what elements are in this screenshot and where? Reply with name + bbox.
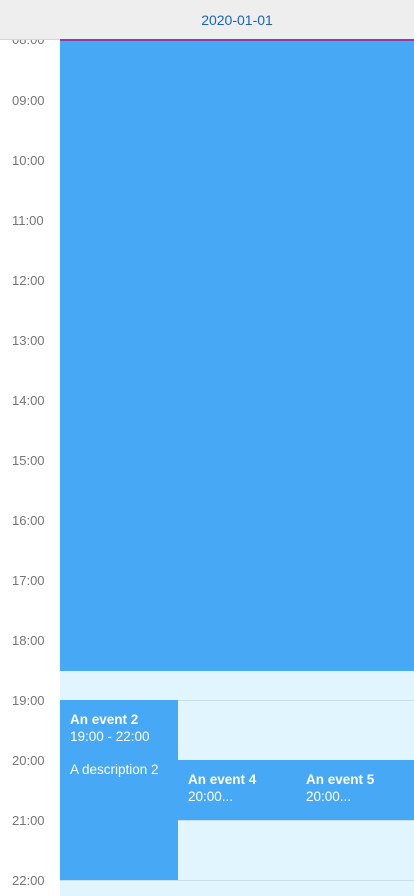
hour-label-16: 16:00: [12, 513, 45, 528]
event-time: 20:00...: [306, 789, 352, 804]
event-block-5[interactable]: An event 5 20:00...: [296, 760, 414, 820]
hour-gridline: [60, 880, 414, 881]
hour-label-19: 19:00: [12, 693, 45, 708]
hour-label-13: 13:00: [12, 333, 45, 348]
event-block-large[interactable]: [60, 40, 414, 671]
event-block-4[interactable]: An event 4 20:00...: [178, 760, 296, 820]
event-title: An event 5: [306, 772, 375, 787]
hour-label-09: 09:00: [12, 93, 45, 108]
day-column[interactable]: An event 2 19:00 - 22:00 A description 2…: [60, 40, 414, 896]
event-title: An event 2: [70, 712, 139, 727]
time-gutter: 08:00 09:00 10:00 11:00 12:00 13:00 14:0…: [0, 32, 60, 896]
event-time: 19:00 - 22:00: [70, 729, 150, 744]
hour-label-12: 12:00: [12, 273, 45, 288]
hour-label-11: 11:00: [12, 213, 44, 228]
hour-label-20: 20:00: [12, 753, 45, 768]
event-description: A description 2: [70, 762, 159, 777]
day-header-date[interactable]: 2020-01-01: [60, 0, 414, 40]
event-block-2[interactable]: An event 2 19:00 - 22:00 A description 2: [60, 700, 178, 880]
calendar-header: 2020-01-01: [0, 0, 414, 41]
hour-label-21: 21:00: [12, 813, 45, 828]
event-time: 20:00...: [188, 789, 234, 804]
hour-label-17: 17:00: [12, 573, 45, 588]
hour-label-14: 14:00: [12, 393, 45, 408]
hour-label-22: 22:00: [12, 873, 45, 888]
hour-label-15: 15:00: [12, 453, 45, 468]
event-title: An event 4: [188, 772, 257, 787]
current-time-indicator: [60, 39, 414, 41]
hour-label-18: 18:00: [12, 633, 45, 648]
hour-label-10: 10:00: [12, 153, 45, 168]
